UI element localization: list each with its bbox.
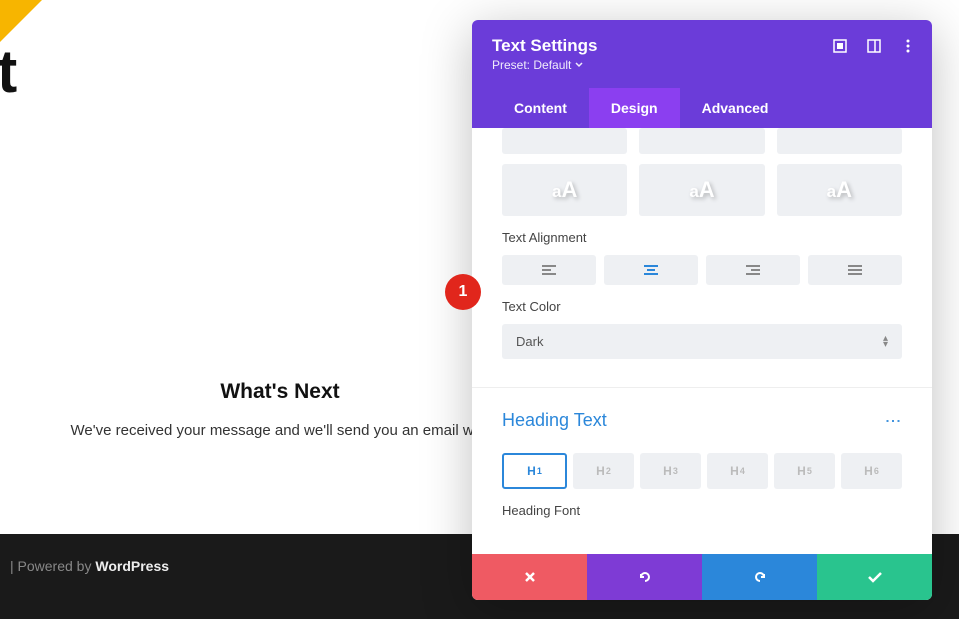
text-color-label: Text Color bbox=[502, 299, 902, 314]
heading-h2-tab[interactable]: H2 bbox=[573, 453, 634, 489]
heading-text-title[interactable]: Heading Text bbox=[502, 410, 607, 431]
text-color-select[interactable]: Dark ▴▾ bbox=[502, 324, 902, 359]
text-style-row: aA aA aA bbox=[502, 164, 902, 216]
heading-h1-tab[interactable]: H1 bbox=[502, 453, 567, 489]
heading-text-title-row: Heading Text ⋮ bbox=[502, 410, 902, 431]
text-style-row-partial bbox=[502, 128, 902, 154]
text-alignment-label: Text Alignment bbox=[502, 230, 902, 245]
heading-h6-tab[interactable]: H6 bbox=[841, 453, 902, 489]
heading-h5-tab[interactable]: H5 bbox=[774, 453, 835, 489]
heading-h4-tab[interactable]: H4 bbox=[707, 453, 768, 489]
redo-button[interactable] bbox=[702, 554, 817, 600]
heading-h3-tab[interactable]: H3 bbox=[640, 453, 701, 489]
heading-text-section: Heading Text ⋮ H1 H2 H3 H4 H5 H6 Heading… bbox=[502, 388, 902, 518]
align-right-button[interactable] bbox=[706, 255, 800, 285]
text-color-value: Dark bbox=[516, 334, 543, 349]
text-style-option[interactable]: aA bbox=[639, 164, 764, 216]
close-icon bbox=[523, 570, 537, 584]
panel-tabs: Content Design Advanced bbox=[492, 88, 912, 128]
panel-body: aA aA aA Text Alignment Text Color Dark … bbox=[472, 128, 932, 554]
annotation-marker-1: 1 bbox=[445, 274, 481, 310]
preset-label: Preset: Default bbox=[492, 58, 571, 72]
hero-line-1: k you for cont bbox=[0, 38, 16, 105]
hero-heading: k you for cont 'll get in touc bbox=[0, 30, 490, 198]
close-button[interactable] bbox=[472, 554, 587, 600]
expand-icon[interactable] bbox=[832, 38, 848, 54]
panel-header: Text Settings Preset: Default Content De… bbox=[472, 20, 932, 128]
redo-icon bbox=[752, 569, 768, 585]
heading-more-icon[interactable]: ⋮ bbox=[883, 413, 902, 429]
align-center-button[interactable] bbox=[604, 255, 698, 285]
check-icon bbox=[867, 570, 883, 584]
heading-font-label: Heading Font bbox=[502, 503, 902, 518]
preset-selector[interactable]: Preset: Default bbox=[492, 58, 912, 72]
undo-button[interactable] bbox=[587, 554, 702, 600]
tab-design[interactable]: Design bbox=[589, 88, 680, 128]
footer-brand: WordPress bbox=[95, 558, 169, 574]
footer-prefix: | Powered by bbox=[10, 558, 95, 574]
undo-icon bbox=[637, 569, 653, 585]
select-caret-icon: ▴▾ bbox=[883, 336, 888, 348]
heading-level-tabs: H1 H2 H3 H4 H5 H6 bbox=[502, 453, 902, 489]
dock-icon[interactable] bbox=[866, 38, 882, 54]
text-style-option[interactable]: aA bbox=[777, 164, 902, 216]
text-style-option[interactable] bbox=[639, 128, 764, 154]
more-icon[interactable] bbox=[900, 38, 916, 54]
align-justify-button[interactable] bbox=[808, 255, 902, 285]
tab-advanced[interactable]: Advanced bbox=[680, 88, 791, 128]
text-style-option[interactable]: aA bbox=[502, 164, 627, 216]
header-icons bbox=[832, 38, 916, 54]
tab-content[interactable]: Content bbox=[492, 88, 589, 128]
panel-footer bbox=[472, 554, 932, 600]
text-style-option[interactable] bbox=[502, 128, 627, 154]
chevron-down-icon bbox=[575, 62, 583, 68]
settings-panel: Text Settings Preset: Default Content De… bbox=[472, 20, 932, 600]
text-alignment-row bbox=[502, 255, 902, 285]
align-left-button[interactable] bbox=[502, 255, 596, 285]
text-style-option[interactable] bbox=[777, 128, 902, 154]
confirm-button[interactable] bbox=[817, 554, 932, 600]
